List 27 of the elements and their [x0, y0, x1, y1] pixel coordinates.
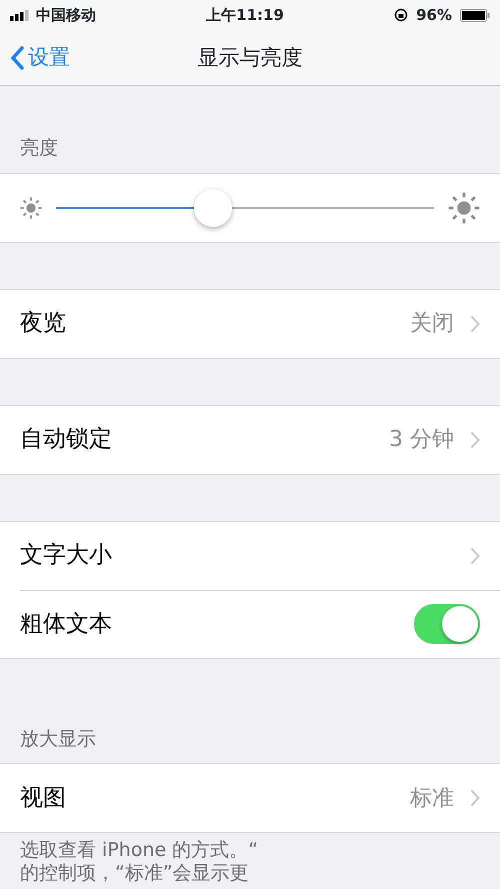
section-header: 放大显示 [19, 726, 97, 752]
slider-thumb[interactable] [194, 188, 232, 226]
footer-text: 的控制项，“标准”会显示更 [20, 862, 250, 885]
settings-row[interactable]: 自动锁定 3 分钟 [0, 406, 500, 474]
battery-percent: 96% [416, 4, 452, 26]
bright-sun-icon [448, 192, 480, 224]
setting-value: 3 分钟 [389, 426, 454, 454]
settings-row[interactable]: 夜览 关闭 [0, 290, 500, 358]
page-title: 显示与亮度 [198, 44, 302, 71]
carrier-name: 中国移动 [36, 4, 96, 26]
chevron-icon [470, 789, 480, 807]
chevron-icon [470, 314, 480, 332]
dim-sun-icon [20, 196, 42, 218]
setting-label: 粗体文本 [20, 610, 112, 639]
setting-value: 标准 [410, 784, 454, 812]
rotation-lock-icon [394, 8, 408, 22]
footer-text: 选取查看 iPhone 的方式。“ [20, 839, 260, 862]
setting-value: 关闭 [410, 310, 454, 338]
chevron-icon [470, 430, 480, 448]
toggle-switch[interactable] [414, 604, 480, 644]
settings-row[interactable]: 文字大小 [0, 522, 500, 590]
battery-icon [460, 8, 490, 22]
section-header: 亮度 [19, 136, 59, 161]
clock-time: 上午11:19 [206, 4, 284, 26]
back-chevron-icon [10, 46, 24, 70]
chevron-icon [470, 546, 480, 564]
settings-row[interactable]: 视图 标准 [0, 764, 500, 832]
